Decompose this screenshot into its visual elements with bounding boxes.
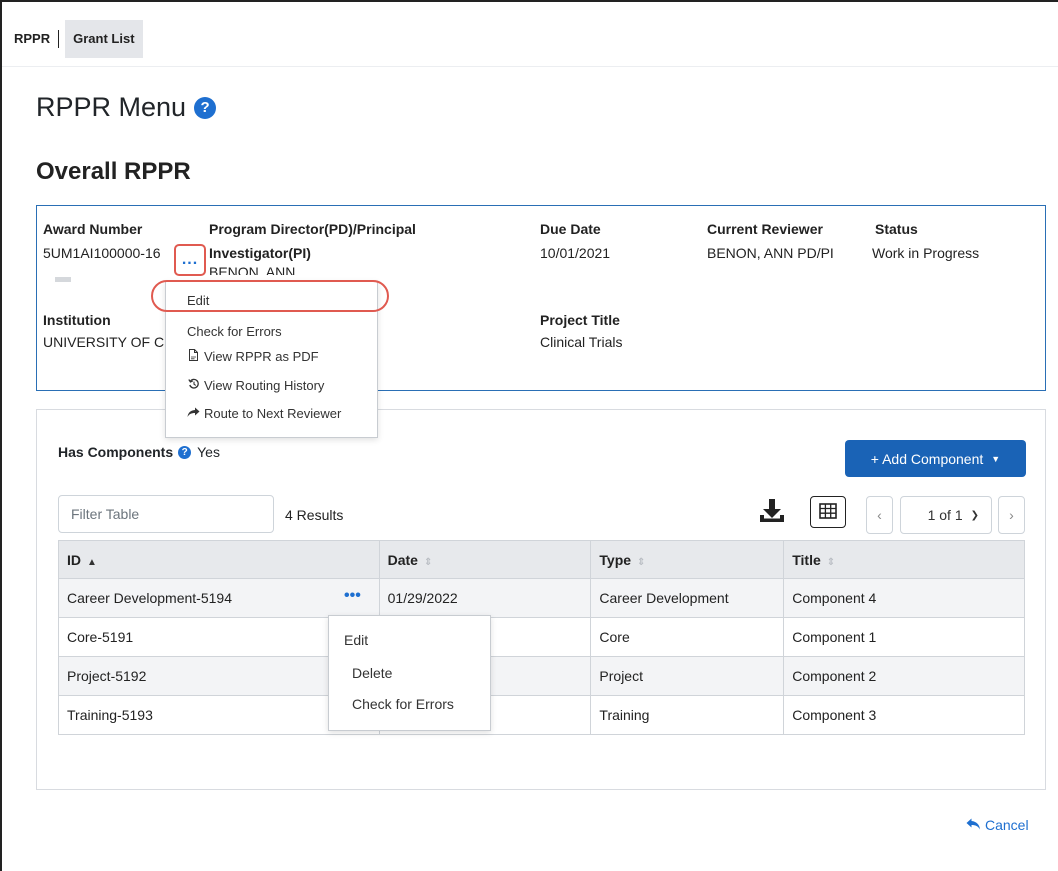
section-title: Overall RPPR	[36, 158, 191, 185]
page-indicator: 1 of 1	[927, 507, 963, 523]
window-border-left	[0, 0, 2, 871]
page-title-text: RPPR Menu	[36, 92, 187, 122]
history-icon	[187, 378, 200, 393]
chevron-left-icon[interactable]: ‹	[866, 496, 893, 534]
pd-value: BENON, ANN	[209, 265, 296, 275]
row-actions-ellipsis-icon[interactable]: •••	[344, 587, 361, 605]
column-header-type-label: Type	[599, 551, 632, 568]
has-components: Has Components ? Yes	[58, 444, 220, 460]
column-toggle-button[interactable]	[810, 496, 846, 528]
filter-table-input[interactable]	[58, 495, 274, 533]
table-cell: Component 4	[783, 578, 1025, 618]
award-number-value: 5UM1AI100000-16	[43, 245, 161, 261]
sort-icon: ⇕	[826, 556, 836, 568]
column-header-title[interactable]: Title ⇕	[783, 540, 1025, 579]
column-header-id[interactable]: ID ▲	[58, 540, 380, 579]
breadcrumb-grant-list[interactable]: Grant List	[65, 20, 143, 58]
table-cell: 01/29/2022	[378, 578, 592, 618]
table-cell: Component 1	[783, 617, 1025, 657]
chevron-down-icon: ❯	[970, 509, 979, 521]
help-icon[interactable]: ?	[178, 445, 192, 459]
table-cell: Project	[590, 656, 785, 696]
row-menu-delete[interactable]: Delete	[352, 665, 392, 681]
menu-item-route-next-label: Route to Next Reviewer	[204, 406, 342, 421]
project-title-label: Project Title	[540, 312, 620, 328]
row-menu-check-errors[interactable]: Check for Errors	[352, 696, 454, 712]
table-row: Training-5193 Training Component 3	[58, 695, 1025, 735]
help-icon[interactable]: ?	[194, 96, 217, 119]
menu-item-route-next[interactable]: Route to Next Reviewer	[187, 406, 341, 421]
menu-item-view-pdf-label: View RPPR as PDF	[204, 349, 319, 364]
page-title: RPPR Menu ?	[36, 92, 217, 123]
results-count: 4 Results	[285, 507, 344, 523]
sort-asc-icon: ▲	[87, 556, 97, 568]
institution-label: Institution	[43, 312, 111, 328]
table-cell: Core	[590, 617, 785, 657]
column-header-title-label: Title	[792, 551, 821, 568]
current-reviewer-value: BENON, ANN PD/PI	[707, 245, 834, 261]
breadcrumb-rppr[interactable]: RPPR	[8, 30, 60, 48]
due-date-value: 10/01/2021	[540, 245, 611, 261]
table-cell: Training	[590, 695, 785, 735]
column-header-date[interactable]: Date ⇕	[378, 540, 592, 579]
page-select[interactable]: 1 of 1 ❯	[900, 496, 992, 534]
table-cell: Component 3	[783, 695, 1025, 735]
has-components-value: Yes	[197, 444, 220, 460]
table-row: Core-5191 Core Component 1	[58, 617, 1025, 657]
column-header-date-label: Date	[387, 551, 418, 568]
menu-item-view-pdf[interactable]: View RPPR as PDF	[187, 349, 319, 364]
status-label: Status	[875, 221, 918, 237]
due-date-label: Due Date	[540, 221, 601, 237]
menu-item-edit[interactable]: Edit	[187, 293, 209, 308]
table-header-row: ID ▲ Date ⇕ Type ⇕ Title ⇕	[58, 540, 1025, 579]
status-value: Work in Progress	[872, 245, 980, 261]
award-badge	[55, 277, 71, 282]
pd-label-line2: Investigator(PI)	[209, 245, 311, 261]
add-component-button[interactable]: + Add Component ▼	[845, 440, 1026, 477]
institution-value: UNIVERSITY OF C	[43, 334, 165, 350]
menu-item-routing-history-label: View Routing History	[204, 378, 325, 393]
breadcrumb: RPPR Grant List	[8, 20, 143, 58]
has-components-label: Has Components	[58, 444, 174, 460]
cancel-label: Cancel	[985, 817, 1029, 833]
table-cell: Career Development	[590, 578, 785, 618]
components-table: ID ▲ Date ⇕ Type ⇕ Title ⇕ Career Developmen…	[58, 540, 1025, 735]
nav-divider	[2, 66, 1058, 67]
menu-item-routing-history[interactable]: View Routing History	[187, 378, 324, 393]
project-title-value: Clinical Trials	[540, 334, 623, 350]
grid-icon	[819, 502, 837, 522]
pdf-icon	[187, 349, 200, 364]
reply-icon	[966, 817, 981, 833]
current-reviewer-label: Current Reviewer	[707, 221, 823, 237]
add-component-label: + Add Component	[870, 450, 984, 467]
chevron-down-icon: ▼	[991, 453, 1001, 464]
table-cell: Component 2	[783, 656, 1025, 696]
download-icon[interactable]	[758, 497, 786, 525]
table-row: Project-5192 Project Component 2	[58, 656, 1025, 696]
column-header-type[interactable]: Type ⇕	[590, 540, 785, 579]
sort-icon: ⇕	[423, 556, 433, 568]
row-menu-edit[interactable]: Edit	[344, 632, 368, 648]
row-actions-dropdown: Edit Delete Check for Errors	[328, 615, 491, 731]
share-icon	[187, 407, 200, 421]
window-border-top	[0, 0, 1058, 2]
table-row: Career Development-5194 01/29/2022 Caree…	[58, 578, 1025, 618]
column-header-id-label: ID	[67, 551, 81, 568]
sort-icon: ⇕	[637, 556, 646, 568]
chevron-right-icon[interactable]: ›	[998, 496, 1025, 534]
actions-ellipsis-icon[interactable]: ...	[174, 244, 206, 276]
actions-dropdown: Edit Check for Errors View RPPR as PDF V…	[165, 281, 378, 438]
table-cell: Career Development-5194	[58, 578, 380, 618]
award-number-label: Award Number	[43, 221, 143, 237]
cancel-link[interactable]: Cancel	[966, 817, 1029, 833]
menu-item-check-errors[interactable]: Check for Errors	[187, 324, 282, 339]
pd-label-line1: Program Director(PD)/Principal	[209, 221, 416, 237]
